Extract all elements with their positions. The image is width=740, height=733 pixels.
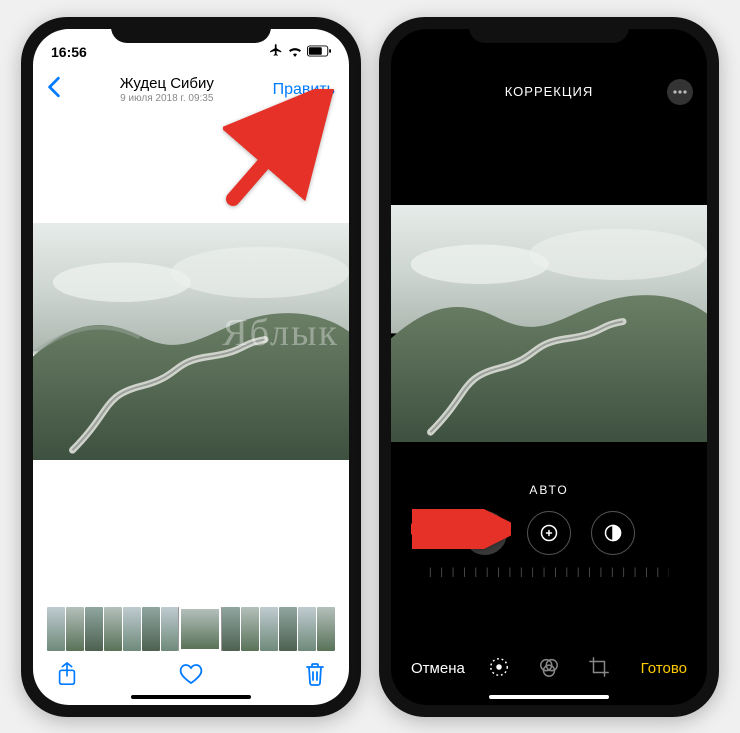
photo-subtitle: 9 июля 2018 г. 09:35 [120,93,214,105]
done-button[interactable]: Готово [641,660,687,677]
photo-viewport[interactable]: Яблык [33,223,349,463]
edit-photo-image [391,205,707,442]
more-button[interactable] [667,79,693,105]
thumbnail[interactable] [241,607,259,651]
edit-tabs [488,656,610,682]
thumbnail[interactable] [222,607,240,651]
status-time: 16:56 [51,44,87,60]
edit-header-title: КОРРЕКЦИЯ [505,84,593,99]
thumbnail[interactable] [123,607,141,651]
favorite-button[interactable] [179,663,203,690]
back-button[interactable] [47,76,61,103]
status-icons [269,43,331,60]
thumbnail[interactable] [260,607,278,651]
phone-right: КОРРЕКЦИЯ [379,17,719,717]
home-indicator[interactable] [131,695,251,699]
adjustment-slider[interactable]: | | | | | | | | | | | | | | | | | | | | … [429,567,669,583]
phone-left: 16:56 Жудец Сибиу 9 июля 2018 г. 09:35 П… [21,17,361,717]
photo-header-center: Жудец Сибиу 9 июля 2018 г. 09:35 [120,75,214,105]
edit-photo-viewport[interactable] [391,205,707,445]
battery-icon [307,44,331,60]
adjustment-tool-row [391,511,707,555]
photo-header: Жудец Сибиу 9 июля 2018 г. 09:35 Править [33,69,349,113]
thumbnail[interactable] [85,607,103,651]
screen-photo-detail: 16:56 Жудец Сибиу 9 июля 2018 г. 09:35 П… [33,29,349,705]
home-indicator[interactable] [489,695,609,699]
airplane-mode-icon [269,43,283,60]
wifi-icon [287,44,303,60]
cancel-button[interactable]: Отмена [411,660,465,677]
contrast-button[interactable] [591,511,635,555]
notch [469,17,629,43]
trash-button[interactable] [305,662,325,691]
thumbnail[interactable] [104,607,122,651]
thumbnail[interactable] [317,607,335,651]
auto-wand-button[interactable] [463,511,507,555]
crop-tab[interactable] [588,656,610,682]
thumbnail[interactable] [142,607,160,651]
exposure-button[interactable] [527,511,571,555]
notch [111,17,271,43]
edit-header: КОРРЕКЦИЯ [391,69,707,115]
edit-mode-label: АВТО [391,483,707,497]
thumbnail[interactable] [66,607,84,651]
photo-image [33,223,349,460]
edit-button[interactable]: Править [273,81,335,99]
thumbnail[interactable] [179,607,221,651]
thumbnail-strip[interactable] [47,607,335,651]
photo-title: Жудец Сибиу [120,75,214,93]
thumbnail[interactable] [279,607,297,651]
adjust-tab[interactable] [488,656,510,682]
thumbnail[interactable] [161,607,179,651]
share-button[interactable] [57,662,77,691]
thumbnail[interactable] [298,607,316,651]
screen-photo-edit: КОРРЕКЦИЯ [391,29,707,705]
filters-tab[interactable] [538,656,560,682]
thumbnail[interactable] [47,607,65,651]
